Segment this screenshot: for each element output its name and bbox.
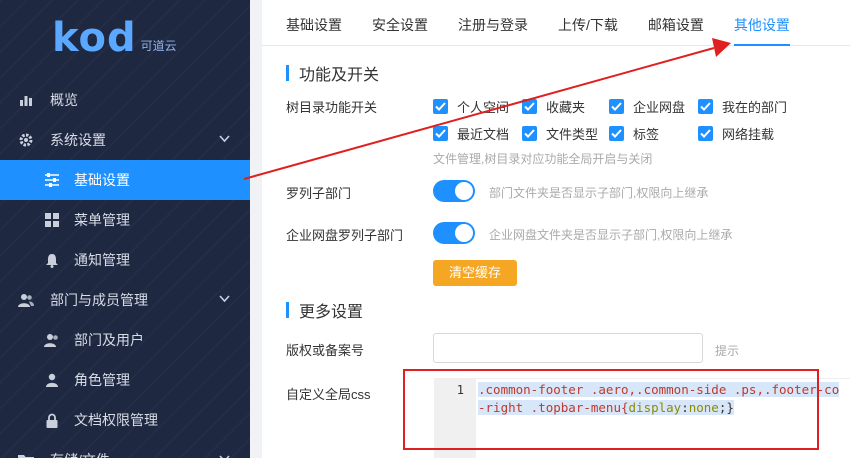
sidebar-item-label: 菜单管理 xyxy=(74,212,130,228)
list-subdept-hint: 部门文件夹是否显示子部门,权限向上继承 xyxy=(489,186,709,200)
bell-icon xyxy=(44,252,60,268)
chevron-down-icon xyxy=(219,134,230,146)
tab-upload-download[interactable]: 上传/下载 xyxy=(558,0,618,46)
sidebar-item-label: 基础设置 xyxy=(74,172,130,188)
section-title: 功能及开关 xyxy=(299,67,380,84)
checkbox-label: 文件类型 xyxy=(546,127,599,142)
user-icon xyxy=(44,372,60,388)
sidebar-item-label: 部门及用户 xyxy=(74,332,144,348)
list-subdept-toggle[interactable] xyxy=(433,180,475,202)
tree-switch-hint: 文件管理,树目录对应功能全局开启与关闭 xyxy=(433,152,653,166)
sidebar-item-label: 系统设置 xyxy=(50,132,106,148)
sidebar-item-label: 文档权限管理 xyxy=(74,412,158,428)
tree-switch-label: 树目录功能开关 xyxy=(286,100,378,115)
section-features: 功能及开关 xyxy=(286,61,379,85)
section-more: 更多设置 xyxy=(286,298,363,322)
sidebar-item-departments-members[interactable]: 部门与成员管理 xyxy=(0,280,250,320)
users-icon xyxy=(44,332,60,348)
grid-icon xyxy=(44,212,60,228)
checkbox-label: 最近文档 xyxy=(457,127,510,142)
sidebar-item-basic-settings[interactable]: 基础设置 xyxy=(0,160,250,200)
checkbox-label: 我在的部门 xyxy=(722,100,788,115)
checkmark-icon xyxy=(609,126,624,141)
bar-chart-icon xyxy=(18,92,34,108)
sliders-icon xyxy=(44,172,60,188)
tab-security[interactable]: 安全设置 xyxy=(372,0,428,46)
checkbox-enterprise-disk[interactable]: 企业网盘 xyxy=(609,97,685,116)
logo-subtitle: 可道云 xyxy=(140,39,177,53)
sidebar-item-overview[interactable]: 概览 xyxy=(0,80,250,120)
section-bar xyxy=(286,302,289,318)
tab-email[interactable]: 邮箱设置 xyxy=(648,0,704,46)
annotation-highlight-box xyxy=(403,369,819,450)
settings-tabs: 基础设置 安全设置 注册与登录 上传/下载 邮箱设置 其他设置 xyxy=(262,0,850,46)
checkmark-icon xyxy=(698,99,713,114)
sidebar-item-notifications[interactable]: 通知管理 xyxy=(0,240,250,280)
checkbox-network-mount[interactable]: 网络挂载 xyxy=(698,124,774,143)
copyright-hint: 提示 xyxy=(715,344,740,358)
checkbox-personal-space[interactable]: 个人空间 xyxy=(433,97,509,116)
sidebar-item-system-settings[interactable]: 系统设置 xyxy=(0,120,250,160)
custom-css-label: 自定义全局css xyxy=(286,387,371,402)
group-subdept-label: 企业网盘罗列子部门 xyxy=(286,228,404,243)
copyright-label: 版权或备案号 xyxy=(286,343,365,358)
checkbox-label: 个人空间 xyxy=(457,100,510,115)
list-subdept-label: 罗列子部门 xyxy=(286,186,352,201)
tab-basic[interactable]: 基础设置 xyxy=(286,0,342,46)
gear-icon xyxy=(18,132,34,148)
checkmark-icon xyxy=(698,126,713,141)
sidebar-item-label: 通知管理 xyxy=(74,252,130,268)
sidebar-item-label: 角色管理 xyxy=(74,372,130,388)
checkmark-icon xyxy=(433,126,448,141)
checkbox-my-departments[interactable]: 我在的部门 xyxy=(698,97,787,116)
sidebar-item-dept-users[interactable]: 部门及用户 xyxy=(0,320,250,360)
group-subdept-hint: 企业网盘文件夹是否显示子部门,权限向上继承 xyxy=(489,228,733,242)
sidebar-item-label: 概览 xyxy=(50,92,78,108)
folder-icon xyxy=(18,452,34,458)
toggle-knob xyxy=(455,224,473,242)
logo-text: kod xyxy=(52,15,137,61)
sidebar-item-label: 部门与成员管理 xyxy=(50,292,148,308)
tab-register-login[interactable]: 注册与登录 xyxy=(458,0,528,46)
checkbox-recent-docs[interactable]: 最近文档 xyxy=(433,124,509,143)
group-subdept-toggle[interactable] xyxy=(433,222,475,244)
sidebar-item-doc-permissions[interactable]: 文档权限管理 xyxy=(0,400,250,440)
checkmark-icon xyxy=(433,99,448,114)
checkbox-label: 网络挂载 xyxy=(722,127,775,142)
toggle-knob xyxy=(455,182,473,200)
checkbox-label: 收藏夹 xyxy=(546,100,586,115)
checkbox-tags[interactable]: 标签 xyxy=(609,124,659,143)
sidebar-menu: 概览 系统设置 基础设置 菜单管理 通知管理 部门与成员管理 部门及用户 角色管… xyxy=(0,80,250,458)
users-icon xyxy=(18,292,34,308)
sidebar-item-roles[interactable]: 角色管理 xyxy=(0,360,250,400)
copyright-input[interactable] xyxy=(433,333,703,363)
checkbox-file-types[interactable]: 文件类型 xyxy=(522,124,598,143)
checkmark-icon xyxy=(522,99,537,114)
chevron-down-icon xyxy=(219,294,230,306)
checkbox-favorites[interactable]: 收藏夹 xyxy=(522,97,585,116)
checkbox-label: 标签 xyxy=(633,127,660,142)
checkmark-icon xyxy=(522,126,537,141)
clear-cache-button[interactable]: 清空缓存 xyxy=(433,260,517,286)
sidebar-item-menu-management[interactable]: 菜单管理 xyxy=(0,200,250,240)
tab-other[interactable]: 其他设置 xyxy=(733,0,790,46)
sidebar-item-storage[interactable]: 存储/文件 xyxy=(0,440,250,458)
section-title: 更多设置 xyxy=(299,304,364,321)
checkmark-icon xyxy=(609,99,624,114)
chevron-down-icon xyxy=(219,454,230,458)
sidebar: kod 可道云 概览 系统设置 基础设置 菜单管理 通知管理 部门与成员管理 部… xyxy=(0,0,250,458)
checkbox-label: 企业网盘 xyxy=(633,100,686,115)
logo: kod 可道云 xyxy=(52,16,177,60)
sidebar-item-label: 存储/文件 xyxy=(50,450,110,458)
section-bar xyxy=(286,65,289,81)
lock-icon xyxy=(44,412,60,428)
